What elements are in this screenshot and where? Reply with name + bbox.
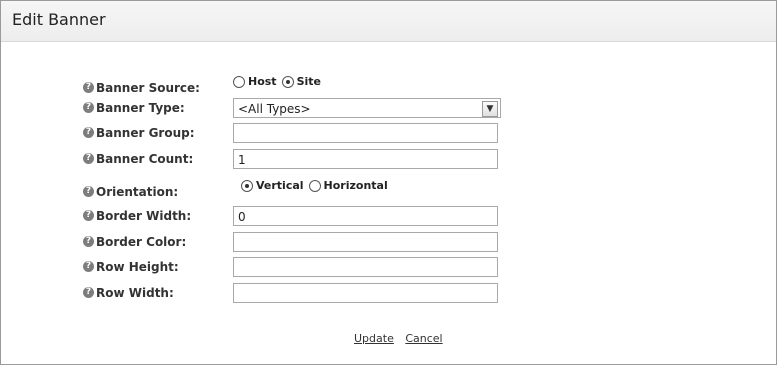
row-width-field[interactable] xyxy=(233,283,498,303)
help-icon[interactable]: ? xyxy=(83,287,94,298)
radio-site[interactable] xyxy=(281,75,294,88)
banner-count-field[interactable]: 1 xyxy=(233,149,498,169)
border-width-field[interactable]: 0 xyxy=(233,206,498,226)
radio-vertical[interactable] xyxy=(241,179,253,192)
page-title: Edit Banner xyxy=(12,10,106,29)
help-icon[interactable]: ? xyxy=(83,186,94,197)
orientation-label: Orientation: xyxy=(96,185,179,199)
banner-group-field[interactable] xyxy=(233,123,498,143)
panel-header: Edit Banner xyxy=(1,1,776,42)
edit-banner-panel: Edit Banner ? Banner Source: Host Site ?… xyxy=(0,0,777,365)
banner-type-label: Banner Type: xyxy=(96,101,185,115)
banner-type-select[interactable]: <All Types> ▼ xyxy=(233,98,501,118)
banner-group-label: Banner Group: xyxy=(96,126,195,140)
radio-vertical-label: Vertical xyxy=(256,179,304,192)
form-actions: Update Cancel xyxy=(354,332,451,345)
help-icon[interactable]: ? xyxy=(83,210,94,221)
radio-host-label: Host xyxy=(248,75,277,88)
banner-type-value: <All Types> xyxy=(238,102,311,116)
update-link[interactable]: Update xyxy=(354,332,394,345)
orientation-radio-group: Vertical Horizontal xyxy=(241,179,393,192)
orientation-vertical-option[interactable]: Vertical xyxy=(241,179,304,192)
row-width-label: Row Width: xyxy=(96,286,174,300)
help-icon[interactable]: ? xyxy=(83,153,94,164)
radio-horizontal-label: Horizontal xyxy=(323,179,388,192)
orientation-horizontal-option[interactable]: Horizontal xyxy=(308,179,388,192)
row-height-field[interactable] xyxy=(233,257,498,277)
help-icon[interactable]: ? xyxy=(83,236,94,247)
radio-host[interactable] xyxy=(233,75,245,88)
help-icon[interactable]: ? xyxy=(83,102,94,113)
border-color-field[interactable] xyxy=(233,232,498,252)
help-icon[interactable]: ? xyxy=(83,82,94,93)
border-color-label: Border Color: xyxy=(96,235,187,249)
radio-horizontal[interactable] xyxy=(308,179,321,192)
radio-site-label: Site xyxy=(296,75,321,88)
cancel-link[interactable]: Cancel xyxy=(405,332,442,345)
banner-count-label: Banner Count: xyxy=(96,152,194,166)
chevron-down-icon[interactable]: ▼ xyxy=(482,101,498,117)
help-icon[interactable]: ? xyxy=(83,261,94,272)
border-width-label: Border Width: xyxy=(96,209,192,223)
banner-source-radio-group: Host Site xyxy=(233,75,326,88)
banner-source-label: Banner Source: xyxy=(96,81,200,95)
help-icon[interactable]: ? xyxy=(83,127,94,138)
banner-source-site-option[interactable]: Site xyxy=(281,75,321,88)
row-height-label: Row Height: xyxy=(96,260,179,274)
banner-source-host-option[interactable]: Host xyxy=(233,75,277,88)
